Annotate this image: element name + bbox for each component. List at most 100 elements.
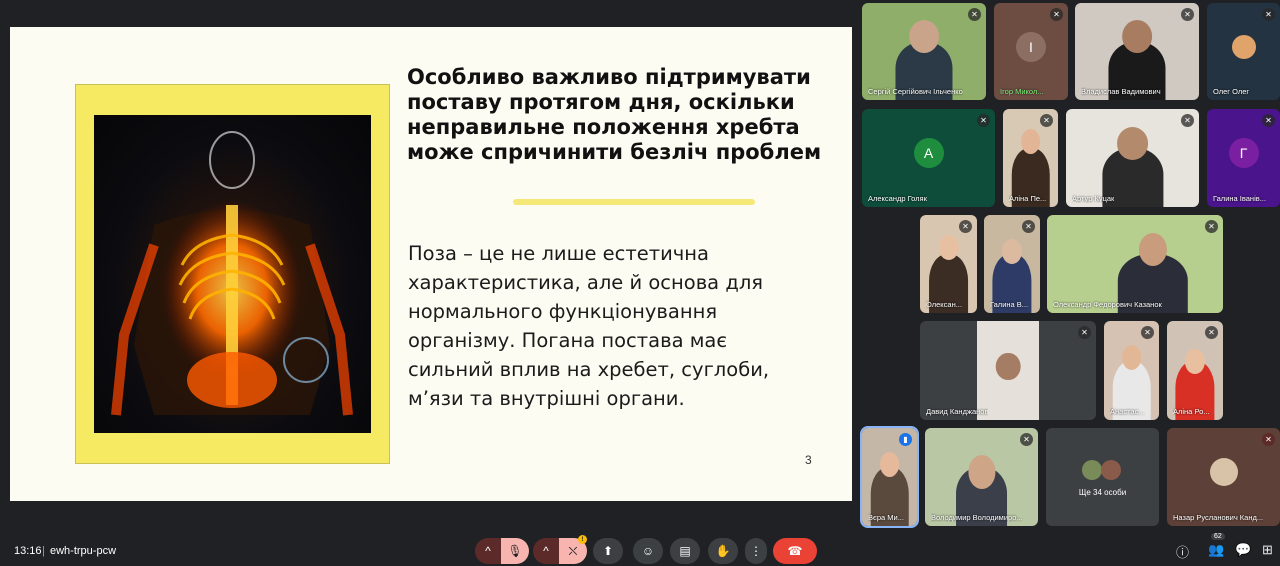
mic-off-icon: ✕ <box>1205 326 1218 339</box>
participant-name: Назар Русланович Канд... <box>1173 513 1264 522</box>
mic-off-icon: ✕ <box>1181 8 1194 21</box>
participant-head <box>1121 344 1142 371</box>
chat-icon[interactable]: 💬 <box>1235 542 1251 558</box>
mic-off-icon: 🎙 <box>507 544 523 558</box>
hand-icon: ✋ <box>715 544 731 558</box>
people-icon[interactable]: 👥 <box>1208 542 1224 558</box>
participant-avatar: І <box>1016 31 1046 62</box>
mic-toggle-button[interactable]: 🎙 <box>501 538 529 564</box>
participant-tile[interactable]: ✕ Володимир Володимиро... <box>925 428 1038 526</box>
participant-head <box>1116 126 1149 160</box>
participant-head <box>995 352 1021 381</box>
participant-tile[interactable]: А ✕ Александр Голяк <box>862 109 995 207</box>
participant-name: Ігор Микол... <box>1000 87 1044 96</box>
participant-tile[interactable]: ✕ Галина В... <box>984 215 1040 313</box>
participant-name: Олексан... <box>926 300 962 309</box>
participant-tile[interactable]: ✕ Аліна Пе... <box>1003 109 1058 207</box>
participant-head <box>1020 128 1041 155</box>
participant-tile-active-speaker[interactable]: ▮ Вєра Ми... <box>860 426 919 528</box>
participant-name: Александр Голяк <box>868 194 927 203</box>
captions-button[interactable]: ▤ <box>670 538 700 564</box>
people-count-badge: 62 <box>1211 533 1225 540</box>
participant-tile[interactable]: ✕ Артур Куцак <box>1066 109 1199 207</box>
participant-tile[interactable]: ✕ Анастас... <box>1104 321 1159 420</box>
mic-off-icon: ✕ <box>968 8 981 21</box>
speaking-indicator-icon: ▮ <box>899 433 912 446</box>
participant-head <box>1122 20 1152 54</box>
participant-avatar-image <box>1209 458 1238 487</box>
participant-name: Анастас... <box>1110 407 1145 416</box>
divider: | <box>42 545 45 557</box>
participant-tile[interactable]: ✕ Олексан... <box>920 215 977 313</box>
slide-page-number: 3 <box>805 453 812 467</box>
mic-off-icon: ✕ <box>1205 220 1218 233</box>
participant-name: Сергій Сергійович Ільченко <box>868 87 963 96</box>
mic-off-icon: ✕ <box>1141 326 1154 339</box>
camera-options-button[interactable]: ^ <box>533 538 559 564</box>
mic-off-icon: ✕ <box>1181 114 1194 127</box>
participant-name: Олег Олег <box>1213 87 1250 96</box>
meeting-info-icon[interactable]: ⓘ <box>1176 542 1189 561</box>
mic-off-icon: ✕ <box>1022 220 1035 233</box>
participant-tile[interactable]: ✕ Олег Олег <box>1207 3 1280 100</box>
mic-off-icon: ✕ <box>1262 433 1275 446</box>
participant-tile[interactable]: ✕ Аліна Ро... <box>1167 321 1223 420</box>
participant-tile[interactable]: ✕ Олександр Федорович Казанок <box>1047 215 1223 313</box>
emoji-reaction-button[interactable]: ☺ <box>633 538 663 564</box>
participant-tile[interactable]: ✕ Назар Русланович Канд... <box>1167 428 1280 526</box>
avatar <box>1082 460 1102 480</box>
hang-up-icon: ☎ <box>787 544 803 558</box>
captions-icon: ▤ <box>679 544 691 558</box>
more-options-button[interactable]: ⋮ <box>745 538 767 564</box>
skeleton-xray-image <box>94 115 371 433</box>
participant-head <box>1184 348 1206 375</box>
participant-tile[interactable]: І ✕ Ігор Микол... <box>994 3 1068 100</box>
emoji-icon: ☺ <box>641 544 655 558</box>
participant-avatar: Г <box>1228 138 1259 169</box>
participant-tile[interactable]: ✕ Владислав Вадимович <box>1075 3 1199 100</box>
meeting-control-bar: 13:16 | ewh-trpu-pcw ^ 🎙 ^ ⛌ ! ⬆ ☺ ▤ ✋ ⋮… <box>0 528 1280 566</box>
participant-head <box>938 234 959 261</box>
mic-off-icon: ✕ <box>1262 114 1275 127</box>
slide-image-frame <box>75 84 390 464</box>
participant-name: Артур Куцак <box>1072 194 1115 203</box>
raise-hand-button[interactable]: ✋ <box>708 538 738 564</box>
present-screen-button[interactable]: ⬆ <box>593 538 623 564</box>
participant-tile[interactable]: Г ✕ Галина Іванів... <box>1207 109 1280 207</box>
slide-title: Особливо важливо підтримувати поставу пр… <box>407 65 822 164</box>
slide-body-text: Поза – це не лише естетична характеристи… <box>408 242 770 410</box>
participant-tile[interactable]: ✕ Сергій Сергійович Ільченко <box>862 3 986 100</box>
clock: 13:16 <box>14 545 42 557</box>
participant-name: Владислав Вадимович <box>1081 87 1161 96</box>
participant-name: Галина В... <box>990 300 1029 309</box>
mic-off-icon: ✕ <box>1020 433 1033 446</box>
participant-head <box>909 20 939 54</box>
participant-name: Володимир Володимиро... <box>931 513 1023 522</box>
more-participants-tile[interactable]: Ще 34 особи <box>1046 428 1159 526</box>
mic-off-icon: ✕ <box>1262 8 1275 21</box>
mic-off-icon: ✕ <box>1050 8 1063 21</box>
participant-avatar-image <box>1231 34 1256 59</box>
yellow-brush-stroke <box>513 199 755 205</box>
mic-off-icon: ✕ <box>959 220 972 233</box>
avatar <box>1101 460 1121 480</box>
participant-tile[interactable]: ✕ Давид Канджанов <box>920 321 1096 420</box>
participant-name: Аліна Ро... <box>1173 407 1210 416</box>
participant-name: Давид Канджанов <box>926 407 989 416</box>
activities-icon[interactable]: ⊞ <box>1262 542 1273 558</box>
presentation-slide: Особливо важливо підтримувати поставу пр… <box>10 27 852 501</box>
end-call-button[interactable]: ☎ <box>773 538 817 564</box>
participant-avatar: А <box>913 138 944 169</box>
participant-name: Вєра Ми... <box>868 513 904 522</box>
present-screen-icon: ⬆ <box>602 544 614 558</box>
participant-name: Аліна Пе... <box>1009 194 1047 203</box>
meeting-code: ewh-trpu-pcw <box>50 545 117 557</box>
camera-off-icon: ⛌ <box>568 543 578 558</box>
participant-head <box>879 451 900 477</box>
more-participants-label: Ще 34 особи <box>1078 488 1127 497</box>
participant-name: Галина Іванів... <box>1213 194 1266 203</box>
mic-options-button[interactable]: ^ <box>475 538 501 564</box>
mic-off-icon: ✕ <box>977 114 990 127</box>
camera-warning-badge: ! <box>578 535 587 544</box>
mic-off-icon: ✕ <box>1078 326 1091 339</box>
